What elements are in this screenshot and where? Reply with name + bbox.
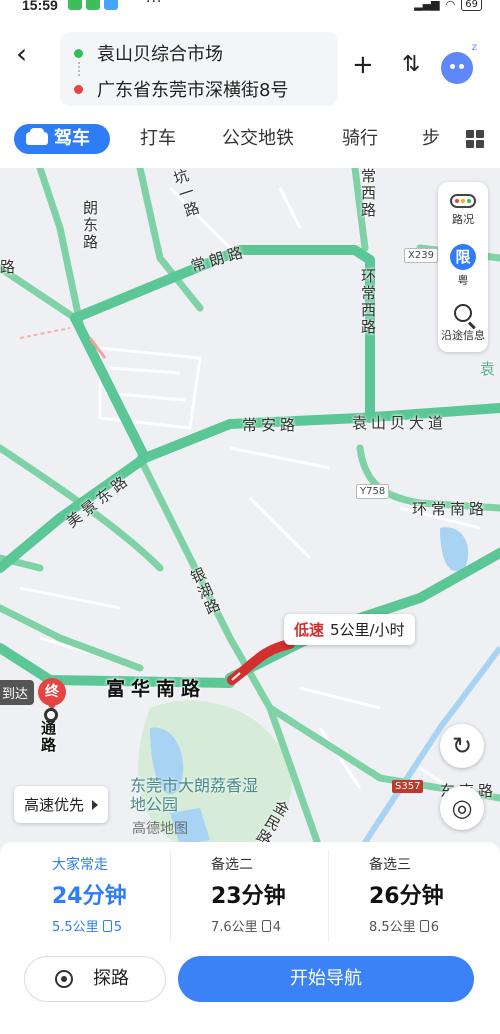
- traffic-label: 路况: [452, 213, 474, 226]
- route-options-panel: 大家常走 24分钟 5.5公里 5 备选二 23分钟 7.6公里 4 备选三 26分…: [0, 842, 500, 1034]
- assistant-sleep-label: z: [471, 42, 477, 53]
- car-icon: [26, 128, 48, 145]
- signal-icon: ▂▄▆: [414, 0, 440, 11]
- tab-transit[interactable]: 公交地铁: [222, 124, 294, 154]
- along-info-label: 沿途信息: [441, 329, 485, 342]
- route-preference-label: 高速优先: [24, 796, 85, 814]
- route-distance: 8.5公里: [369, 920, 416, 935]
- route-distance: 5.5公里: [52, 920, 99, 935]
- route-option-time: 26分钟: [369, 884, 444, 909]
- road-label-langdong: 朗东路: [81, 200, 99, 251]
- traffic-lights-icon: [261, 920, 271, 932]
- system-indicators: ▂▄▆ ◠ 69: [414, 0, 482, 11]
- battery-icon: 69: [461, 0, 482, 11]
- route-connector: [78, 62, 80, 76]
- tab-bike[interactable]: 骑行: [342, 124, 378, 154]
- speed-value: 5公里/小时: [330, 621, 405, 639]
- locate-me-button[interactable]: ◎: [440, 786, 484, 830]
- route-distance: 7.6公里: [211, 920, 258, 935]
- origin-text: 袁山贝综合市场: [97, 44, 223, 65]
- traffic-light-icon: [450, 194, 476, 208]
- origin-field[interactable]: 袁山贝综合市场: [74, 40, 223, 66]
- explore-route-button[interactable]: 探路: [24, 956, 166, 1002]
- road-label-partial-right: 袁: [480, 360, 500, 378]
- route-option-meta: 5.5公里 5: [52, 916, 122, 935]
- map-side-panel: 路况 限 粤 沿途信息: [438, 182, 488, 352]
- search-icon: [454, 304, 472, 322]
- speed-tooltip[interactable]: 低速 5公里/小时: [284, 614, 415, 645]
- tab-drive-label: 驾车: [54, 128, 90, 149]
- arrive-tag: 到达: [0, 680, 35, 705]
- route-option-title: 大家常走: [52, 857, 108, 873]
- route-lights-count: 6: [430, 920, 439, 935]
- route-option-1[interactable]: 大家常走 24分钟 5.5公里 5: [12, 850, 164, 942]
- status-time: 15:59: [22, 0, 58, 13]
- origin-dot-icon: [74, 48, 83, 58]
- road-shield-x239: X239: [404, 248, 438, 263]
- status-bar: 15:59 ··· ▂▄▆ ◠ 69: [0, 0, 500, 18]
- road-label-partial-left: 路: [0, 258, 20, 276]
- speed-low-label: 低速: [294, 621, 325, 639]
- route-option-2[interactable]: 备选二 23分钟 7.6公里 4: [170, 850, 322, 942]
- tab-taxi[interactable]: 打车: [140, 124, 176, 154]
- route-option-time: 23分钟: [211, 884, 286, 909]
- tab-walk[interactable]: 步: [422, 124, 442, 154]
- wifi-status-icon: ◠: [445, 0, 456, 11]
- road-shield-s357: S357: [392, 780, 424, 793]
- road-label-changan: 常安路: [242, 416, 300, 434]
- traffic-toggle[interactable]: 路况: [438, 194, 488, 227]
- back-arrow-icon[interactable]: ‹: [16, 40, 44, 70]
- route-preference-button[interactable]: 高速优先: [14, 786, 109, 823]
- more-modes-grid-icon[interactable]: [466, 130, 484, 148]
- traffic-lights-icon: [102, 920, 112, 932]
- map-view[interactable]: 常朗路 常安路 袁山贝大道 环常西路 环常南路 美景东路 银湖路 常西路 朗东路…: [0, 168, 500, 850]
- road-label-changxi: 常西路: [359, 168, 377, 219]
- start-navigation-button[interactable]: 开始导航: [178, 956, 474, 1002]
- destination-point-icon: [44, 708, 58, 722]
- restriction-icon: 限: [450, 244, 476, 270]
- broadcast-icon: [55, 970, 73, 988]
- road-label-fuhuanan: 富华南路: [106, 678, 207, 700]
- more-notifications-icon: ···: [146, 0, 163, 10]
- destination-marker[interactable]: 终: [38, 678, 66, 711]
- destination-field[interactable]: 广东省东莞市深横街8号: [74, 76, 288, 102]
- route-lights-count: 4: [272, 920, 281, 935]
- tab-drive[interactable]: 驾车: [14, 124, 110, 154]
- swap-route-button[interactable]: ⇅: [402, 52, 420, 78]
- route-option-time: 24分钟: [52, 884, 127, 909]
- destination-text: 广东省东莞市深横街8号: [97, 80, 289, 101]
- road-label-huanchangxi: 环常西路: [359, 268, 377, 336]
- road-shield-y758: Y758: [356, 484, 390, 499]
- road-label-tong: 通路: [39, 720, 57, 754]
- road-label-huanchangnan: 环常南路: [412, 500, 489, 518]
- route-option-meta: 7.6公里 4: [211, 916, 281, 935]
- park-label: 东莞市大朗荔香湿地公园: [130, 776, 260, 814]
- route-header: ‹ 袁山贝综合市场 广东省东莞市深横街8号 + ⇅ z: [0, 18, 500, 110]
- route-option-meta: 8.5公里 6: [369, 916, 439, 935]
- voice-assistant-icon[interactable]: z: [441, 42, 477, 84]
- notification-icons: [68, 0, 118, 10]
- route-lights-count: 5: [113, 920, 122, 935]
- road-label-yuanshanbei: 袁山贝大道: [352, 414, 448, 432]
- traffic-lights-icon: [419, 920, 429, 932]
- refresh-route-button[interactable]: ↻: [440, 724, 484, 768]
- add-waypoint-button[interactable]: +: [352, 52, 374, 78]
- park-name: 东莞市大朗荔香湿地公园: [130, 776, 259, 814]
- destination-dot-icon: [74, 84, 83, 94]
- restriction-toggle[interactable]: 限 粤: [438, 244, 488, 288]
- along-info-button[interactable]: 沿途信息: [438, 304, 488, 343]
- route-option-3[interactable]: 备选三 26分钟 8.5公里 6: [328, 850, 480, 942]
- explore-label: 探路: [93, 968, 129, 989]
- route-option-title: 备选二: [211, 857, 253, 873]
- route-inputs: 袁山贝综合市场 广东省东莞市深横街8号: [60, 32, 338, 106]
- travel-mode-tabs: 驾车 打车 公交地铁 骑行 步: [0, 110, 500, 168]
- route-option-title: 备选三: [369, 857, 411, 873]
- map-watermark: 高德地图: [132, 821, 188, 837]
- restriction-label: 粤: [457, 274, 469, 287]
